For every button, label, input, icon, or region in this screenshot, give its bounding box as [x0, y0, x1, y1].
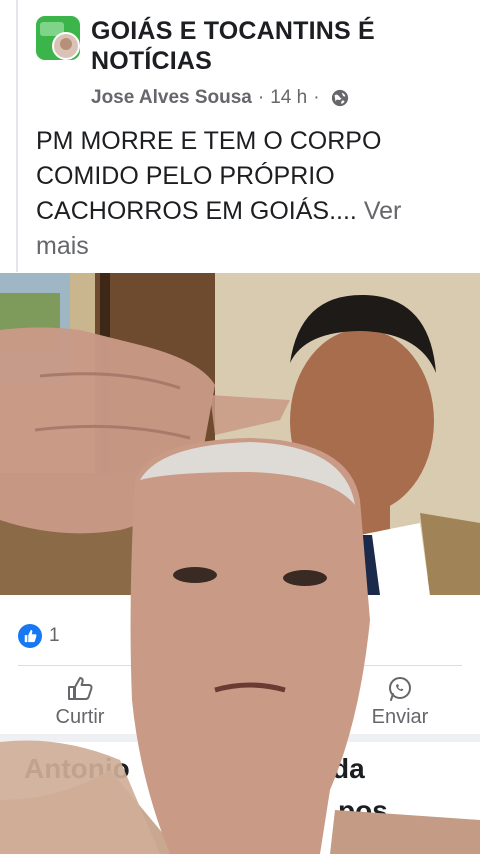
like-label: Curtir	[55, 706, 105, 728]
divider	[18, 665, 462, 666]
next-post-line: que	[24, 832, 464, 854]
next-post-word: Antonio	[24, 753, 130, 784]
post-photo[interactable]	[0, 273, 480, 595]
globe-icon	[331, 89, 348, 107]
next-post-line: Antonio da	[24, 748, 464, 790]
next-post-word: da	[332, 753, 365, 784]
next-post-word: que	[24, 837, 74, 854]
post-body: PM MORRE E TEM O CORPO COMIDO PELO PRÓPR…	[36, 127, 382, 225]
send-label: Enviar	[371, 706, 429, 728]
next-post-word: Silva,	[24, 795, 98, 826]
post-header: GOIÁS E TOCANTINS É NOTÍCIAS Jose Alves …	[36, 12, 466, 112]
next-post-line: Silva, pos	[24, 790, 464, 832]
send-button[interactable]: Enviar	[355, 676, 445, 729]
thumbs-up-icon	[18, 624, 42, 648]
next-post-word: pos	[338, 795, 388, 826]
group-name[interactable]: GOIÁS E TOCANTINS É NOTÍCIAS	[91, 16, 461, 76]
reaction-count: 1	[49, 625, 60, 646]
post-time[interactable]: 14 h	[270, 87, 307, 109]
next-post-preview[interactable]: Antonio da Silva, pos que	[24, 748, 464, 854]
post-text: PM MORRE E TEM O CORPO COMIDO PELO PRÓPR…	[36, 124, 456, 264]
thumbs-up-outline-icon	[68, 677, 93, 700]
quote-rule	[16, 0, 18, 272]
facebook-post: GOIÁS E TOCANTINS É NOTÍCIAS Jose Alves …	[0, 0, 480, 854]
like-button[interactable]: Curtir	[35, 676, 125, 729]
reactions-summary[interactable]: 1	[18, 622, 60, 650]
whatsapp-icon	[389, 677, 411, 701]
author-name[interactable]: Jose Alves Sousa	[91, 87, 252, 109]
photo-content	[0, 273, 480, 595]
author-avatar[interactable]	[52, 32, 80, 60]
meta-separator: ·	[257, 87, 265, 108]
meta-separator: ·	[313, 87, 320, 108]
post-separator	[0, 734, 480, 742]
post-meta: Jose Alves Sousa · 14 h ·	[91, 86, 349, 110]
